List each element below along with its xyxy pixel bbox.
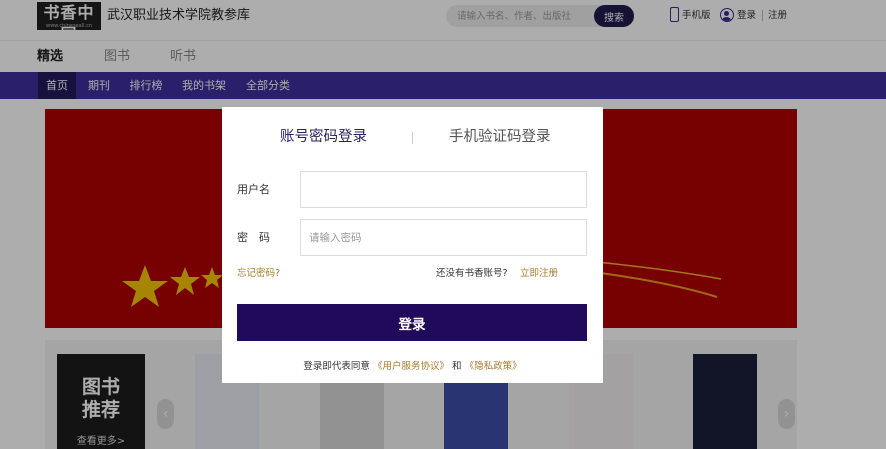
agreement-text: 登录即代表同意 《用户服务协议》 和 《隐私政策》: [222, 360, 603, 374]
login-button[interactable]: 登录: [237, 304, 587, 341]
tab-password-login[interactable]: 账号密码登录: [280, 127, 367, 147]
login-modal: 账号密码登录 手机验证码登录 用户名 密 码 忘记密码? 还没有书香账号? 立即…: [222, 107, 603, 383]
service-agreement-link[interactable]: 《用户服务协议》: [373, 361, 449, 372]
username-input[interactable]: [300, 171, 587, 208]
password-input[interactable]: [300, 219, 587, 256]
agreement-prefix: 登录即代表同意: [303, 361, 370, 372]
forgot-password-link[interactable]: 忘记密码?: [237, 267, 280, 281]
tab-sms-login[interactable]: 手机验证码登录: [449, 127, 551, 147]
tab-divider: [412, 132, 413, 144]
register-now-link[interactable]: 立即注册: [520, 267, 558, 281]
username-label: 用户名: [237, 183, 270, 196]
password-label: 密 码: [237, 231, 270, 244]
no-account-text: 还没有书香账号?: [436, 268, 508, 279]
agreement-and: 和: [452, 361, 462, 372]
privacy-policy-link[interactable]: 《隐私政策》: [465, 361, 522, 372]
